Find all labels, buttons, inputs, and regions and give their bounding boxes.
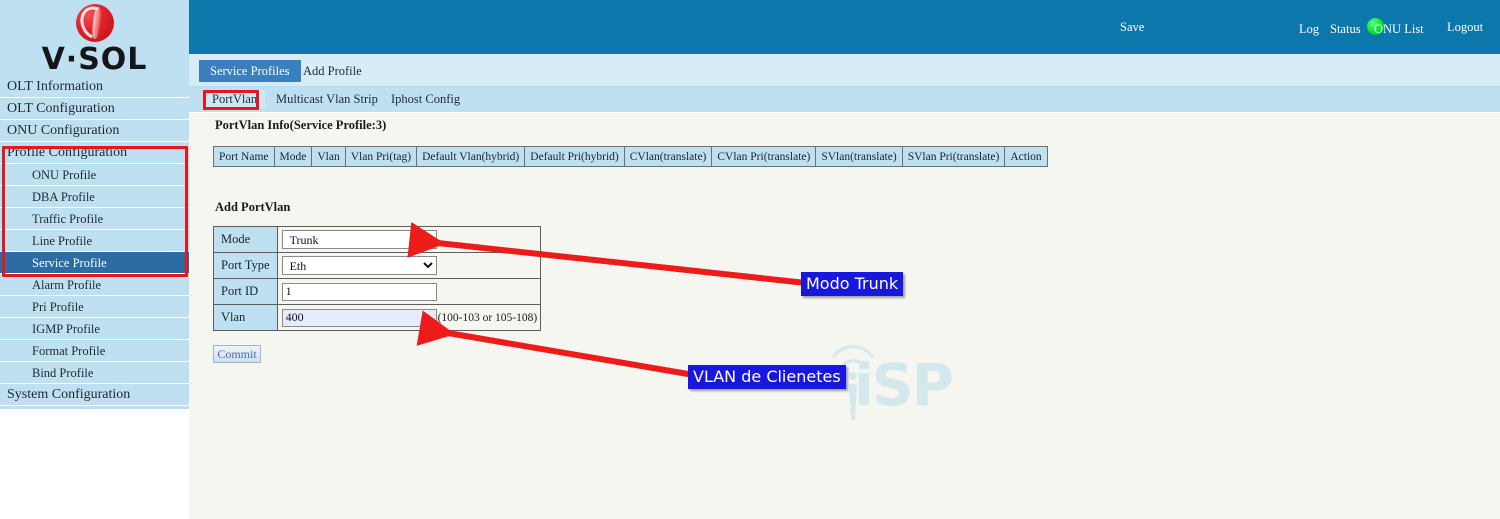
- vlan-input[interactable]: [281, 308, 437, 327]
- vlan-range-hint: (100-103 or 105-108): [437, 311, 538, 324]
- sidebar-item-igmp-profile[interactable]: IGMP Profile: [0, 318, 189, 340]
- form-row-mode: Mode Trunk: [213, 226, 542, 253]
- label-mode: Mode: [213, 226, 278, 253]
- sidebar-item-format-profile[interactable]: Format Profile: [0, 340, 189, 362]
- sidebar-item-olt-configuration[interactable]: OLT Configuration: [0, 98, 189, 120]
- form-row-vlan: Vlan (100-103 or 105-108): [213, 304, 542, 331]
- sidebar-item-line-profile[interactable]: Line Profile: [0, 230, 189, 252]
- sidebar-item-onu-configuration[interactable]: ONU Configuration: [0, 120, 189, 142]
- sidebar-item-profile-configuration[interactable]: Profile Configuration: [0, 142, 189, 164]
- column-header-default-pri-hybrid: Default Pri(hybrid): [524, 146, 625, 167]
- port-id-input[interactable]: [281, 282, 437, 301]
- tab-iphost-config[interactable]: Iphost Config: [383, 90, 468, 109]
- tab-multicast-vlan-strip[interactable]: Multicast Vlan Strip: [268, 90, 386, 109]
- sidebar-item-pri-profile[interactable]: Pri Profile: [0, 296, 189, 318]
- tab-portvlan[interactable]: PortVlan: [204, 90, 266, 109]
- brand-name: V·SOL: [41, 42, 148, 77]
- column-header-action: Action: [1004, 146, 1048, 167]
- isp-watermark: iSP: [794, 328, 1084, 423]
- column-header-vlan-pri-tag: Vlan Pri(tag): [344, 146, 418, 167]
- form-row-port-id: Port ID: [213, 278, 542, 305]
- sidebar-item-dba-profile[interactable]: DBA Profile: [0, 186, 189, 208]
- vsol-sphere-logo-icon: [74, 1, 116, 45]
- status-link[interactable]: Status: [1330, 22, 1361, 37]
- column-header-cvlan-translate: CVlan(translate): [623, 146, 713, 167]
- olt-web-management-page: V·SOL OLT Information OLT Configuration …: [0, 0, 1500, 519]
- brand-logo: V·SOL: [0, 0, 189, 76]
- wifi-antenna-icon: [832, 345, 874, 420]
- mode-select[interactable]: Trunk: [281, 230, 437, 249]
- column-header-cvlan-pri-translate: CVlan Pri(translate): [711, 146, 817, 167]
- column-header-svlan-translate: SVlan(translate): [815, 146, 903, 167]
- column-header-svlan-pri-translate: SVlan Pri(translate): [901, 146, 1006, 167]
- table-header-row: Port Name Mode Vlan Vlan Pri(tag) Defaul…: [213, 146, 1048, 167]
- sidebar-item-service-profile[interactable]: Service Profile: [0, 252, 189, 274]
- sidebar-item-system-configuration[interactable]: System Configuration: [0, 384, 189, 406]
- sidebar-item-bind-profile[interactable]: Bind Profile: [0, 362, 189, 384]
- add-portvlan-form: Mode Trunk Port Type Eth Port ID 1 Vlan …: [213, 226, 542, 331]
- port-type-select[interactable]: Eth: [281, 256, 437, 275]
- tab-add-profile[interactable]: Add Profile: [292, 60, 373, 82]
- sidebar: V·SOL OLT Information OLT Configuration …: [0, 0, 189, 409]
- column-header-vlan: Vlan: [311, 146, 346, 167]
- watermark-text: iSP: [854, 351, 954, 419]
- primary-tab-bar: Service Profiles Add Profile: [189, 54, 1500, 87]
- commit-button[interactable]: Commit: [213, 345, 261, 363]
- sidebar-item-alarm-profile[interactable]: Alarm Profile: [0, 274, 189, 296]
- tab-service-profiles[interactable]: Service Profiles: [199, 60, 301, 82]
- label-port-type: Port Type: [213, 252, 278, 279]
- column-header-port-name: Port Name: [213, 146, 275, 167]
- form-row-port-type: Port Type Eth: [213, 252, 542, 279]
- column-header-default-vlan-hybrid: Default Vlan(hybrid): [416, 146, 526, 167]
- column-header-mode: Mode: [273, 146, 313, 167]
- save-button[interactable]: Save: [1120, 20, 1144, 35]
- label-vlan: Vlan: [213, 304, 278, 331]
- top-header-bar: Save Log Status ONU List Logout: [189, 0, 1500, 54]
- portvlan-info-table: Port Name Mode Vlan Vlan Pri(tag) Defaul…: [213, 146, 1048, 167]
- portvlan-info-title: PortVlan Info(Service Profile:3): [215, 118, 387, 132]
- onu-list-link[interactable]: ONU List: [1374, 22, 1424, 37]
- log-link[interactable]: Log: [1299, 22, 1319, 37]
- logout-link[interactable]: Logout: [1447, 20, 1483, 35]
- add-portvlan-title: Add PortVlan: [215, 200, 291, 214]
- sidebar-item-olt-information[interactable]: OLT Information: [0, 76, 189, 98]
- main-content: PortVlan Info(Service Profile:3) Port Na…: [189, 113, 1500, 519]
- label-port-id: Port ID: [213, 278, 278, 305]
- sidebar-item-onu-profile[interactable]: ONU Profile: [0, 164, 189, 186]
- sidebar-nav: OLT Information OLT Configuration ONU Co…: [0, 76, 189, 406]
- secondary-tab-bar: PortVlan Multicast Vlan Strip Iphost Con…: [189, 87, 1500, 113]
- sidebar-item-traffic-profile[interactable]: Traffic Profile: [0, 208, 189, 230]
